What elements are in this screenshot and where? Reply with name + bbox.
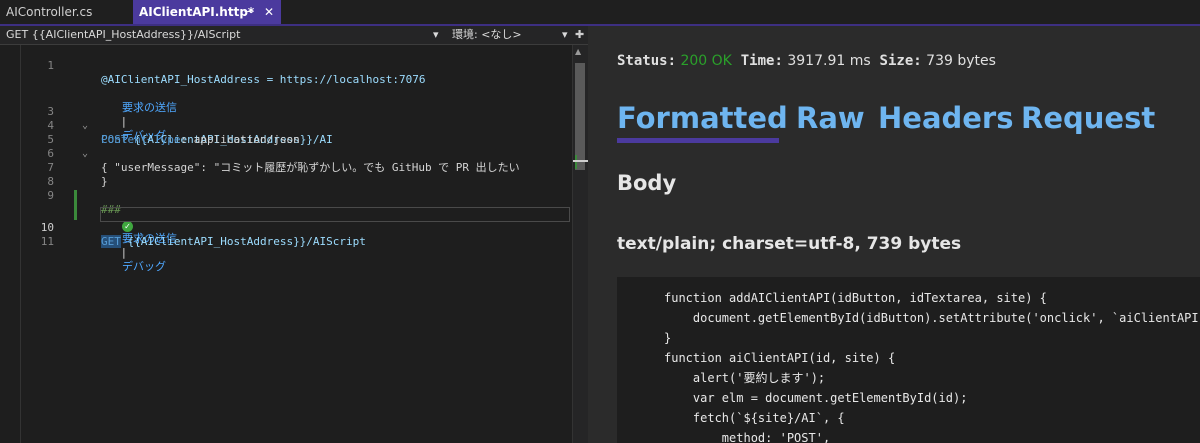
caret-position-marker — [573, 160, 588, 162]
code-line[interactable]: 8 — [0, 161, 570, 188]
close-icon[interactable]: ✕ — [264, 0, 274, 24]
code-line: } — [664, 331, 672, 345]
line-number: 11 — [40, 235, 54, 248]
code-line[interactable]: 5 ⌄ { — [0, 119, 570, 174]
code-line[interactable] — [0, 59, 570, 73]
code-line: fetch(`${site}/AI`, { — [664, 411, 845, 425]
environment-selector[interactable]: 環境: <なし> — [452, 26, 572, 44]
tab-request[interactable]: Request — [1021, 101, 1155, 135]
scrollbar-thumb[interactable] — [575, 63, 585, 170]
time-value: 3917.91 ms — [787, 53, 871, 69]
document-tab-strip: AIController.cs AIClientAPI.http* ⊸ ✕ — [0, 0, 1200, 26]
code-line[interactable]: 9 ### — [0, 175, 570, 216]
tab-aicontroller-cs[interactable]: AIController.cs — [0, 0, 130, 24]
code-line: alert('要約します'); — [664, 371, 826, 385]
change-marker — [575, 155, 577, 169]
chevron-down-icon[interactable]: ▾ — [433, 26, 439, 44]
vertical-scrollbar[interactable]: ▲ — [572, 45, 588, 443]
code-line: method: 'POST', — [664, 431, 831, 443]
codelens-line: ✓ 要求の送信 | デバッグ — [0, 190, 570, 273]
code-line[interactable]: 10 GET {{AIClientAPI_HostAddress}}/AIScr… — [0, 207, 570, 248]
size-label: Size: — [879, 53, 922, 69]
split-editor-icon[interactable]: ✚ — [575, 26, 584, 44]
code-line: function addAIClientAPI(idButton, idText… — [664, 291, 1047, 305]
code-line: function aiClientAPI(id, site) { — [664, 351, 896, 365]
request-selector[interactable]: GET {{AIClientAPI_HostAddress}}/AIScript — [6, 26, 446, 44]
scroll-up-icon[interactable]: ▲ — [575, 47, 581, 56]
tab-aiclientapi-http[interactable]: AIClientAPI.http* ⊸ ✕ — [133, 0, 281, 24]
status-value: 200 OK — [680, 53, 732, 69]
code-line[interactable]: 4 Content-Type: application/json — [0, 105, 570, 146]
code-line[interactable]: 6 "userMessage": "コミット履歴が恥ずかしい。でも GitHub… — [0, 133, 570, 174]
pin-icon[interactable]: ⊸ — [244, 0, 253, 24]
status-label: Status: — [617, 53, 677, 69]
tab-formatted[interactable]: Formatted — [617, 101, 788, 135]
chevron-down-icon[interactable]: ▾ — [562, 26, 568, 44]
request-navigation-bar: GET {{AIClientAPI_HostAddress}}/AIScript… — [0, 26, 590, 45]
codelens-line: 要求の送信 | デバッグ — [0, 73, 570, 142]
tab-raw[interactable]: Raw — [796, 101, 865, 135]
code-line[interactable]: 3 ⌄ POST {{AIClientAPI_HostAddress}}/AI — [0, 91, 570, 146]
active-tab-indicator — [617, 138, 779, 143]
time-label: Time: — [740, 53, 783, 69]
code-line: var elm = document.getElementById(id); — [664, 391, 968, 405]
http-file-editor[interactable]: 1 @AIClientAPI_HostAddress = https://loc… — [0, 45, 590, 443]
request-url: {{AIClientAPI_HostAddress}}/AIScript — [127, 235, 366, 248]
http-method: GET — [101, 235, 121, 248]
response-summary: Status: 200 OK Time: 3917.91 ms Size: 73… — [617, 53, 996, 69]
tab-headers[interactable]: Headers — [878, 101, 1014, 135]
content-type-label: text/plain; charset=utf-8, 739 bytes — [617, 234, 962, 254]
response-pane: Status: 200 OK Time: 3917.91 ms Size: 73… — [591, 26, 1200, 443]
body-heading: Body — [617, 171, 677, 195]
code-line[interactable]: 1 @AIClientAPI_HostAddress = https://loc… — [0, 45, 570, 86]
code-line[interactable]: 11 — [0, 221, 570, 248]
code-line[interactable]: 7 } — [0, 147, 570, 188]
debug-link[interactable]: デバッグ — [122, 260, 166, 273]
response-body[interactable]: function addAIClientAPI(idButton, idText… — [617, 277, 1200, 443]
tab-label: AIClientAPI.http* — [139, 5, 255, 19]
size-value: 739 bytes — [926, 53, 996, 69]
code-line: document.getElementById(idButton).setAtt… — [692, 311, 1200, 325]
tab-label: AIController.cs — [6, 5, 93, 19]
